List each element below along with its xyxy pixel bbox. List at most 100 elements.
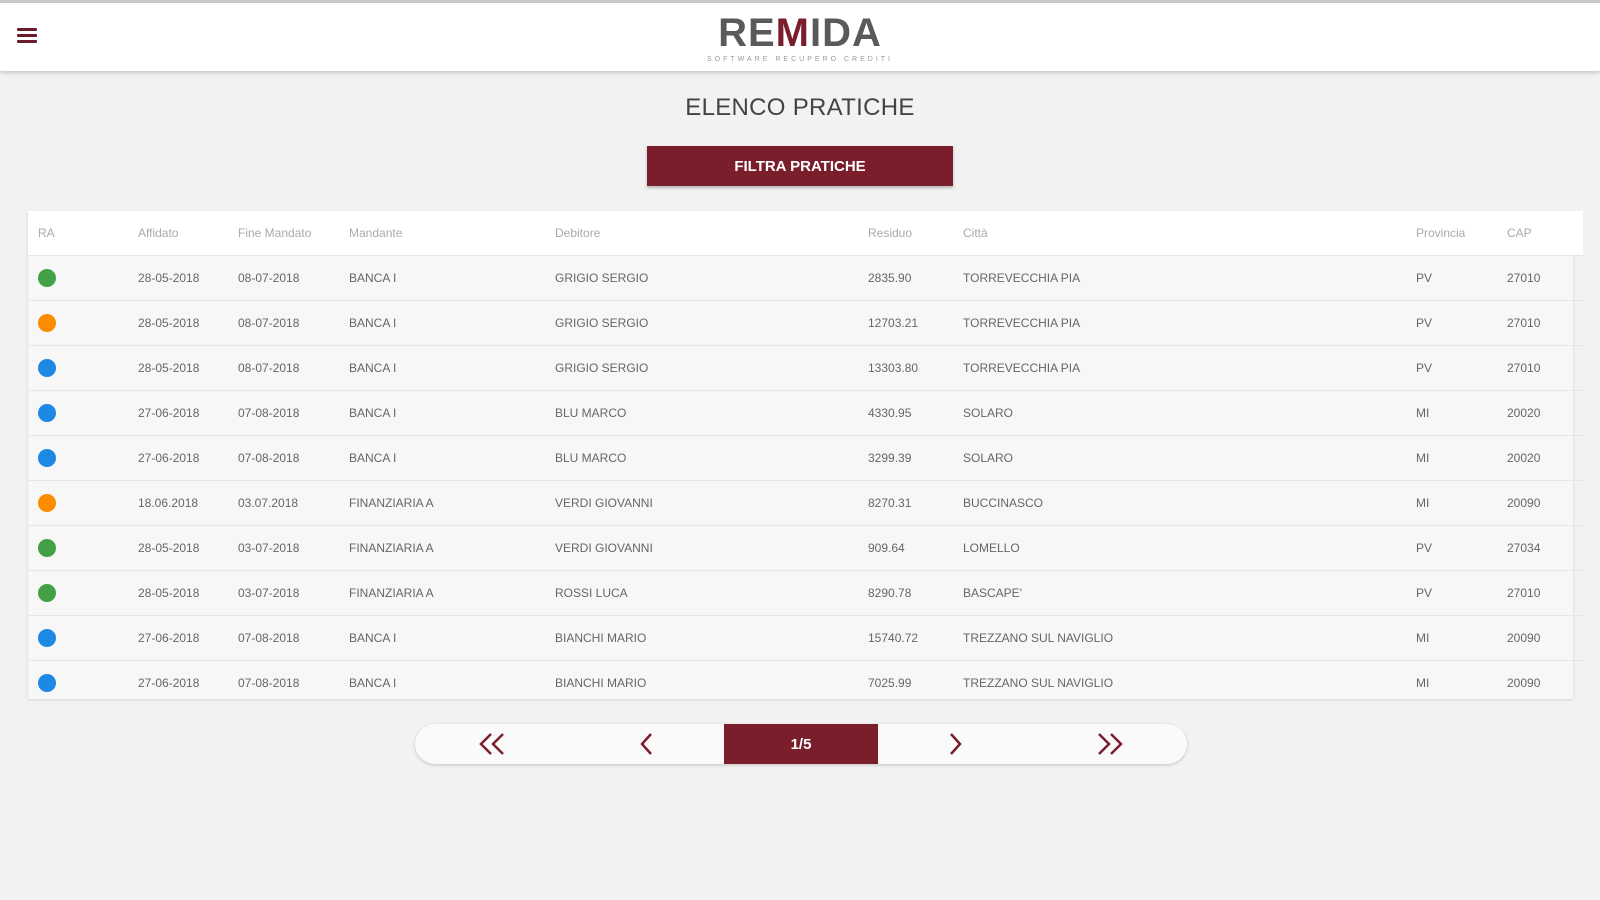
- status-blue-dot-icon: [38, 404, 56, 422]
- column-header-residuo[interactable]: Residuo: [868, 211, 963, 256]
- double-chevron-left-icon: [479, 733, 505, 755]
- cell-ra: [28, 390, 138, 436]
- cell-mandante: BANCA I: [349, 435, 555, 481]
- status-green-dot-icon: [38, 269, 56, 287]
- cell-debitore: ROSSI LUCA: [555, 570, 868, 616]
- remida-logo: REMIDA SOFTWARE RECUPERO CREDITI: [650, 11, 950, 67]
- previous-page-button[interactable]: [569, 724, 723, 764]
- column-header-fine-mandato[interactable]: Fine Mandato: [238, 211, 349, 256]
- cell-citta: SOLARO: [963, 390, 1416, 436]
- status-green-dot-icon: [38, 539, 56, 557]
- table-row[interactable]: 18.06.2018 03.07.2018 FINANZIARIA A VERDI G…: [28, 480, 1583, 526]
- cell-residuo: 4330.95: [868, 390, 963, 436]
- next-page-button[interactable]: [878, 724, 1032, 764]
- cell-ra: [28, 660, 138, 705]
- hamburger-menu-icon[interactable]: [14, 25, 42, 51]
- cell-residuo: 3299.39: [868, 435, 963, 481]
- logo-tagline: SOFTWARE RECUPERO CREDITI: [707, 56, 893, 63]
- cell-fine-mandato: 08-07-2018: [238, 300, 349, 346]
- status-orange-dot-icon: [38, 494, 56, 512]
- current-page-indicator: 1/5: [723, 724, 879, 764]
- cell-debitore: GRIGIO SERGIO: [555, 345, 868, 391]
- status-blue-dot-icon: [38, 359, 56, 377]
- cell-affidato: 27-06-2018: [138, 390, 238, 436]
- cell-citta: TREZZANO SUL NAVIGLIO: [963, 615, 1416, 661]
- double-chevron-right-icon: [1097, 733, 1123, 755]
- cell-citta: TORREVECCHIA PIA: [963, 255, 1416, 301]
- cell-mandante: BANCA I: [349, 390, 555, 436]
- status-green-dot-icon: [38, 584, 56, 602]
- cell-provincia: PV: [1416, 525, 1507, 571]
- pagination: 1/5: [415, 724, 1187, 764]
- cell-provincia: MI: [1416, 615, 1507, 661]
- cell-cap: 27010: [1507, 255, 1583, 301]
- table-header-row: RA Affidato Fine Mandato Mandante Debito…: [28, 211, 1583, 256]
- table-row[interactable]: 27-06-2018 07-08-2018 BANCA I BLU MARCO 4330…: [28, 390, 1583, 436]
- cell-provincia: MI: [1416, 390, 1507, 436]
- cell-mandante: FINANZIARIA A: [349, 525, 555, 571]
- cell-provincia: MI: [1416, 480, 1507, 526]
- cell-affidato: 27-06-2018: [138, 435, 238, 481]
- cell-ra: [28, 570, 138, 616]
- cell-residuo: 12703.21: [868, 300, 963, 346]
- column-header-citta[interactable]: Città: [963, 211, 1416, 256]
- table-row[interactable]: 28-05-2018 08-07-2018 BANCA I GRIGIO SERGIO…: [28, 345, 1583, 391]
- cell-affidato: 28-05-2018: [138, 525, 238, 571]
- column-header-provincia[interactable]: Provincia: [1416, 211, 1507, 256]
- chevron-left-icon: [639, 733, 652, 755]
- cell-debitore: VERDI GIOVANNI: [555, 525, 868, 571]
- table-row[interactable]: 28-05-2018 03-07-2018 FINANZIARIA A ROSSI L…: [28, 570, 1583, 616]
- cell-fine-mandato: 07-08-2018: [238, 660, 349, 705]
- page-title: ELENCO PRATICHE: [685, 94, 915, 121]
- cell-fine-mandato: 08-07-2018: [238, 255, 349, 301]
- table-row[interactable]: 27-06-2018 07-08-2018 BANCA I BIANCHI MARIO…: [28, 660, 1583, 705]
- cell-mandante: BANCA I: [349, 300, 555, 346]
- table-row[interactable]: 28-05-2018 08-07-2018 BANCA I GRIGIO SERGIO…: [28, 255, 1583, 301]
- cell-cap: 20090: [1507, 615, 1583, 661]
- cell-debitore: BLU MARCO: [555, 435, 868, 481]
- cell-residuo: 909.64: [868, 525, 963, 571]
- cell-provincia: PV: [1416, 255, 1507, 301]
- filter-button[interactable]: FILTRA PRATICHE: [647, 146, 953, 186]
- cell-fine-mandato: 07-08-2018: [238, 390, 349, 436]
- column-header-cap[interactable]: CAP: [1507, 211, 1583, 256]
- table-row[interactable]: 28-05-2018 03-07-2018 FINANZIARIA A VERDI G…: [28, 525, 1583, 571]
- table-row[interactable]: 27-06-2018 07-08-2018 BANCA I BLU MARCO 3299…: [28, 435, 1583, 481]
- table-row[interactable]: 27-06-2018 07-08-2018 BANCA I BIANCHI MARIO…: [28, 615, 1583, 661]
- cell-provincia: PV: [1416, 300, 1507, 346]
- table-row[interactable]: 28-05-2018 08-07-2018 BANCA I GRIGIO SERGIO…: [28, 300, 1583, 346]
- logo-wordmark: REMIDA: [718, 11, 882, 55]
- pratiche-table-card: RA Affidato Fine Mandato Mandante Debito…: [28, 211, 1583, 705]
- cell-debitore: GRIGIO SERGIO: [555, 300, 868, 346]
- cell-ra: [28, 525, 138, 571]
- cell-debitore: BIANCHI MARIO: [555, 615, 868, 661]
- cell-fine-mandato: 07-08-2018: [238, 435, 349, 481]
- cell-provincia: MI: [1416, 660, 1507, 705]
- column-header-affidato[interactable]: Affidato: [138, 211, 238, 256]
- cell-fine-mandato: 07-08-2018: [238, 615, 349, 661]
- cell-cap: 27010: [1507, 300, 1583, 346]
- column-header-mandante[interactable]: Mandante: [349, 211, 555, 256]
- cell-residuo: 8290.78: [868, 570, 963, 616]
- cell-ra: [28, 255, 138, 301]
- last-page-button[interactable]: [1033, 724, 1187, 764]
- cell-debitore: BIANCHI MARIO: [555, 660, 868, 705]
- cell-ra: [28, 435, 138, 481]
- cell-residuo: 13303.80: [868, 345, 963, 391]
- cell-citta: TORREVECCHIA PIA: [963, 300, 1416, 346]
- first-page-button[interactable]: [415, 724, 569, 764]
- cell-affidato: 28-05-2018: [138, 255, 238, 301]
- cell-provincia: MI: [1416, 435, 1507, 481]
- cell-mandante: FINANZIARIA A: [349, 570, 555, 616]
- column-header-ra[interactable]: RA: [28, 211, 138, 256]
- column-header-debitore[interactable]: Debitore: [555, 211, 868, 256]
- chevron-right-icon: [950, 733, 963, 755]
- cell-residuo: 15740.72: [868, 615, 963, 661]
- cell-affidato: 27-06-2018: [138, 660, 238, 705]
- status-blue-dot-icon: [38, 449, 56, 467]
- cell-residuo: 7025.99: [868, 660, 963, 705]
- cell-debitore: BLU MARCO: [555, 390, 868, 436]
- cell-mandante: FINANZIARIA A: [349, 480, 555, 526]
- cell-fine-mandato: 03-07-2018: [238, 570, 349, 616]
- table-body: 28-05-2018 08-07-2018 BANCA I GRIGIO SERGIO…: [28, 255, 1583, 705]
